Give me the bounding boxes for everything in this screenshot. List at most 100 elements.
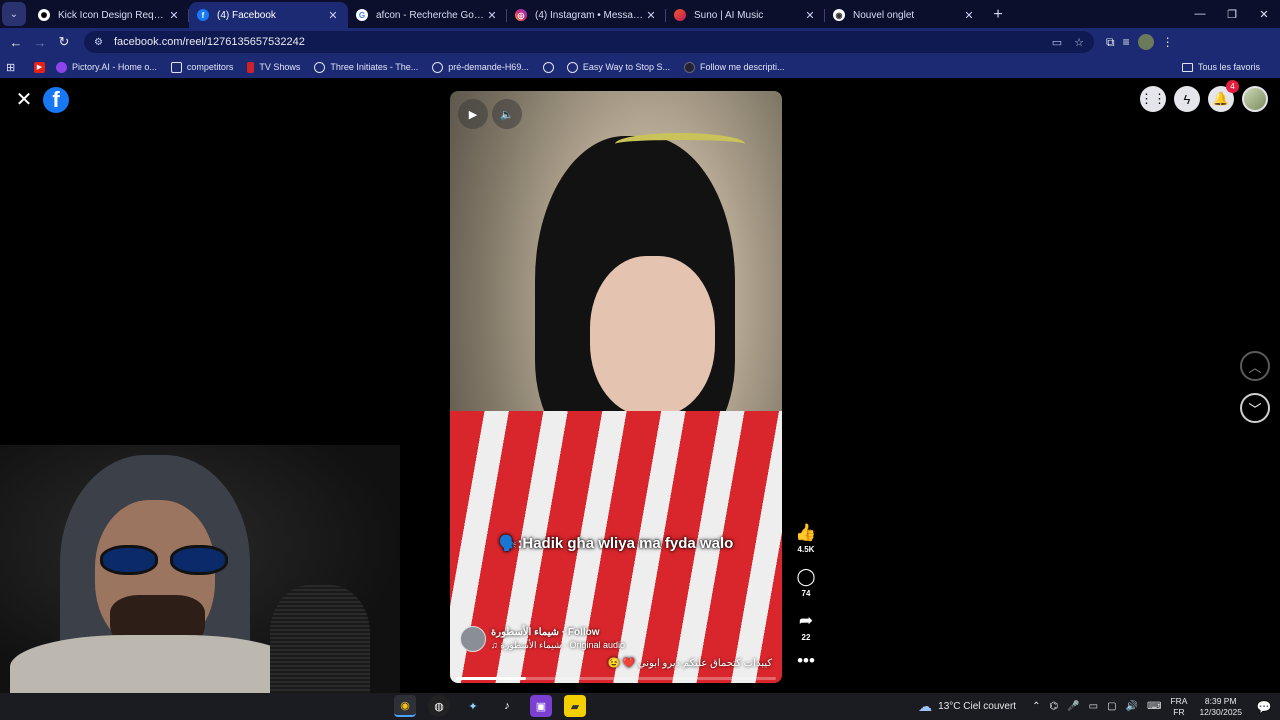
webcam-overlay <box>0 445 400 693</box>
share-icon: ➦ <box>798 611 814 630</box>
reel-audio[interactable]: ♫ شيماء الأسطورة · Original audio <box>491 640 625 651</box>
menu-grid-icon[interactable]: ⋮⋮ <box>1140 86 1166 112</box>
globe-icon <box>432 61 444 73</box>
bookmark-pre-demande[interactable]: pré-demande-H69... <box>432 61 529 73</box>
back-button[interactable]: ← <box>4 30 28 54</box>
close-tab-icon[interactable]: ✕ <box>485 9 499 22</box>
forward-button[interactable]: → <box>28 30 52 54</box>
capcut-taskbar-icon[interactable]: ▣ <box>530 695 552 717</box>
keyboard-icon[interactable]: ⌨ <box>1147 701 1161 712</box>
tab-title: (4) Facebook <box>217 9 276 21</box>
sticky-notes-taskbar-icon[interactable]: ▰ <box>564 695 586 717</box>
cloud-icon: ☁ <box>918 698 933 714</box>
reload-icon: ↻ <box>58 34 70 49</box>
mute-button[interactable]: 🔈 <box>492 99 522 129</box>
apps-grid-icon[interactable]: ⊞ <box>6 61 20 74</box>
close-tab-icon[interactable]: ✕ <box>167 9 181 22</box>
close-tab-icon[interactable]: ✕ <box>644 9 658 22</box>
google-icon: G <box>356 9 368 21</box>
bookmark-follow-me[interactable]: Follow me descripti... <box>684 61 785 73</box>
tab-search-button[interactable]: ⌄ <box>2 2 26 26</box>
restore-icon[interactable]: ❐ <box>1216 0 1248 28</box>
chevron-up-icon[interactable]: ⌃ <box>1032 701 1040 712</box>
notification-badge: 4 <box>1226 80 1239 93</box>
close-tab-icon[interactable]: ✕ <box>962 9 976 22</box>
share-button[interactable]: ➦ 22 <box>799 611 813 642</box>
obs-taskbar-icon[interactable]: ◍ <box>428 695 450 717</box>
minimize-icon[interactable]: — <box>1184 0 1216 28</box>
url-text[interactable]: facebook.com/reel/1276135657532242 <box>114 36 1052 48</box>
site-info-icon[interactable]: ⚙ <box>94 37 106 48</box>
play-button[interactable]: ▶ <box>458 99 488 129</box>
close-viewer-icon[interactable]: ✕ <box>14 90 34 110</box>
close-tab-icon[interactable]: ✕ <box>326 9 340 22</box>
plus-icon: + <box>993 6 1003 23</box>
tab-new-tab[interactable]: ◉ Nouvel onglet ✕ <box>825 2 984 28</box>
tab-suno[interactable]: Suno | AI Music ✕ <box>666 2 825 28</box>
messenger-icon[interactable]: ϟ <box>1174 86 1200 112</box>
display-icon[interactable]: ▭ <box>1089 701 1098 712</box>
media-controls-icon[interactable]: ≡ <box>1123 35 1130 49</box>
bookmark-three-initiates[interactable]: Three Initiates - The... <box>314 61 418 73</box>
language-indicator[interactable]: FRA FR <box>1170 696 1187 718</box>
speaker-icon: 🔈 <box>500 108 514 121</box>
share-count: 22 <box>801 633 811 642</box>
clock[interactable]: 8:39 PM 12/30/2025 <box>1199 696 1242 718</box>
notification-center-icon[interactable]: 💬 <box>1254 700 1274 714</box>
tab-instagram[interactable]: ◎ (4) Instagram • Messages ✕ <box>507 2 666 28</box>
author-name[interactable]: شيماء الأسطورة <box>491 627 559 638</box>
close-window-icon[interactable]: ✕ <box>1248 0 1280 28</box>
facebook-profile-avatar[interactable] <box>1242 86 1268 112</box>
facebook-icon: f <box>197 9 209 21</box>
bookmark-star-icon[interactable]: ☆ <box>1074 36 1084 49</box>
all-bookmarks[interactable]: Tous les favoris <box>1181 62 1260 72</box>
monitor-icon[interactable]: ▢ <box>1107 701 1116 712</box>
bookmark-globe[interactable] <box>542 61 559 73</box>
tiktok-taskbar-icon[interactable]: ♪ <box>496 695 518 717</box>
bookmark-competitors[interactable]: competitors <box>170 61 233 73</box>
facebook-logo-icon[interactable]: f <box>43 87 69 113</box>
reload-button[interactable]: ↻ <box>52 30 76 54</box>
chevron-down-icon: ⌄ <box>9 8 19 20</box>
reel-description: كيبدات كتحماق عليكم ديرو ابوني ❤️ 😉 <box>607 658 772 669</box>
address-bar[interactable]: ⚙ facebook.com/reel/1276135657532242 ▭ ☆ <box>84 31 1094 53</box>
previous-reel-button[interactable]: ︿ <box>1240 351 1270 381</box>
app-taskbar-icon[interactable]: ✦ <box>462 695 484 717</box>
reel-video[interactable]: ▶ 🔈 🗣️:Hadik gha wliya ma fyda walo شيما… <box>450 91 782 683</box>
volume-icon[interactable]: 🔊 <box>1126 701 1138 712</box>
bookmark-red-icon <box>247 61 255 73</box>
profile-avatar[interactable] <box>1137 34 1154 50</box>
globe-icon <box>566 61 578 73</box>
tab-google[interactable]: G afcon - Recherche Google ✕ <box>348 2 507 28</box>
notifications-bell-icon[interactable]: 🔔 4 <box>1208 80 1239 112</box>
menu-kebab-icon[interactable]: ⋮ <box>1162 35 1174 49</box>
sunglasses <box>100 545 240 577</box>
bookmark-youtube[interactable]: ▶ <box>34 61 50 73</box>
chrome-icon: ◉ <box>833 9 845 21</box>
reel-actions: 👍 4.5K ◯ 74 ➦ 22 ••• <box>790 523 822 684</box>
author-avatar[interactable] <box>460 626 486 652</box>
folder-icon <box>170 61 182 73</box>
tab-kick-icon[interactable]: ✺ Kick Icon Design Request ✕ <box>30 2 189 28</box>
tab-facebook[interactable]: f (4) Facebook ✕ <box>189 2 348 28</box>
bookmark-tv-shows[interactable]: TV Shows <box>247 61 300 73</box>
weather-widget[interactable]: ☁ 13°C Ciel couvert <box>918 698 1016 715</box>
close-tab-icon[interactable]: ✕ <box>803 9 817 22</box>
comment-button[interactable]: ◯ 74 <box>796 567 815 598</box>
youtube-icon: ▶ <box>34 61 45 73</box>
follow-button[interactable]: Follow <box>568 627 600 638</box>
reel-progress-bar[interactable] <box>456 677 776 680</box>
cast-icon[interactable]: ▭ <box>1052 36 1062 49</box>
next-reel-button[interactable]: ﹀ <box>1240 393 1270 423</box>
extensions-icon[interactable]: ⧉ <box>1106 35 1115 50</box>
mic-icon[interactable]: 🎤 <box>1067 701 1079 712</box>
window-controls: — ❐ ✕ <box>1184 0 1280 28</box>
comment-count: 74 <box>801 589 811 598</box>
like-button[interactable]: 👍 4.5K <box>795 523 816 554</box>
new-tab-button[interactable]: + <box>986 3 1010 27</box>
bookmark-easy-way[interactable]: Easy Way to Stop S... <box>566 61 670 73</box>
more-options-button[interactable]: ••• <box>797 651 815 671</box>
bookmark-pictory[interactable]: Pictory.AI - Home o... <box>56 61 157 73</box>
network-icon[interactable]: ⌬ <box>1049 701 1058 712</box>
chrome-taskbar-icon[interactable]: ◉ <box>394 695 416 717</box>
